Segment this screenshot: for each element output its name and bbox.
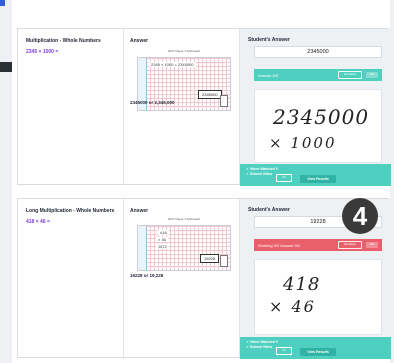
student-column: Student's Answer 2345000 Answer 5/5 Edit… — [239, 29, 391, 186]
sidebar-accent — [0, 0, 5, 6]
answer-heading: Answer — [130, 208, 149, 214]
handwriting-line-1: 2345000 — [272, 105, 369, 129]
left-sidebar-strip — [0, 0, 12, 363]
status-text: Working 0/2 Answer 0/2 — [258, 242, 301, 248]
handwriting-strokes: 2345000 × 1000 — [269, 105, 369, 152]
answer-image-boxed: 2345000 — [198, 90, 222, 99]
page: Multiplication - Whole Numbers 2345 × 10… — [0, 0, 394, 363]
edit-marks-button[interactable]: Edit Marks — [338, 241, 362, 249]
submission-footer: ✓ Video Watched 0 ✓ Submit Video 2/3 Vie… — [240, 164, 391, 186]
view-results-button[interactable]: View Results — [300, 348, 336, 356]
status-bar: Answer 5/5 Edit Marks Edit — [254, 69, 382, 81]
edit-button[interactable]: Edit — [366, 242, 378, 248]
handwriting-line-1: 418 — [282, 274, 320, 295]
submission-footer: ✓ Video Watched 0 ✓ Submit Video 0/3 Vie… — [240, 337, 391, 359]
answer-image-caption: 2017 Paper 1 Arithmetic — [168, 49, 201, 53]
step-number-badge: 4 — [342, 198, 378, 234]
answer-image-boxed: 19228 — [200, 254, 220, 263]
answer-image-tab — [138, 226, 147, 270]
status-bar: Working 0/2 Answer 0/2 Edit Marks Edit — [254, 239, 382, 251]
question-expression: 2345 × 1000 = — [26, 49, 59, 55]
handwriting-line-2: × 1000 — [269, 134, 337, 152]
handwriting-canvas[interactable]: 418 × 46 — [254, 259, 382, 335]
handwriting-strokes: 418 × 46 — [269, 274, 320, 316]
correct-answer: 2345000 or 2,345,000 — [130, 100, 175, 105]
student-heading: Student's Answer — [248, 37, 290, 43]
question-title: Multiplication - Whole Numbers — [26, 38, 101, 44]
answer-image-work-low: 1672 — [156, 244, 169, 249]
answer-image-caption: 2017 Paper 1 Arithmetic — [168, 217, 201, 221]
sidebar-tab-marker[interactable] — [0, 62, 12, 72]
question-title: Long Multiplication - Whole Numbers — [26, 208, 115, 214]
answer-image-marker — [220, 95, 228, 107]
correct-answer: 19228 or 19,228 — [130, 273, 164, 278]
status-text: Answer 5/5 — [258, 72, 279, 78]
answer-heading: Answer — [130, 38, 149, 44]
question-card-1: Multiplication - Whole Numbers 2345 × 10… — [17, 28, 391, 186]
handwriting-canvas[interactable]: 2345000 × 1000 — [254, 89, 382, 163]
answer-image[interactable]: 2017 Paper 1 Arithmetic 418 × 46 1672 19… — [137, 217, 231, 271]
answer-image-work-top: 418 — [158, 230, 169, 235]
answer-column: Answer 2017 Paper 1 Arithmetic 418 × 46 … — [123, 199, 239, 357]
answer-column: Answer 2017 Paper 1 Arithmetic 2345 × 10… — [123, 29, 239, 184]
answer-image-work-mid: × 46 — [156, 237, 168, 242]
handwriting-line-2: × 46 — [269, 297, 316, 316]
question-column: Long Multiplication - Whole Numbers 418 … — [18, 199, 123, 357]
view-results-button[interactable]: View Results — [300, 175, 336, 183]
question-card-2: Long Multiplication - Whole Numbers 418 … — [17, 198, 391, 359]
edit-button[interactable]: Edit — [366, 72, 378, 78]
attempts-button[interactable]: 2/3 — [276, 174, 292, 182]
edit-marks-button[interactable]: Edit Marks — [338, 71, 362, 79]
answer-image-marker — [220, 255, 228, 267]
question-expression: 418 × 46 = — [26, 219, 50, 225]
question-column: Multiplication - Whole Numbers 2345 × 10… — [18, 29, 123, 184]
answer-image-working: 2345 × 1000 = 2345000 — [149, 62, 196, 67]
student-answer-field[interactable]: 2345000 — [254, 46, 382, 58]
attempts-button[interactable]: 0/3 — [276, 347, 292, 355]
